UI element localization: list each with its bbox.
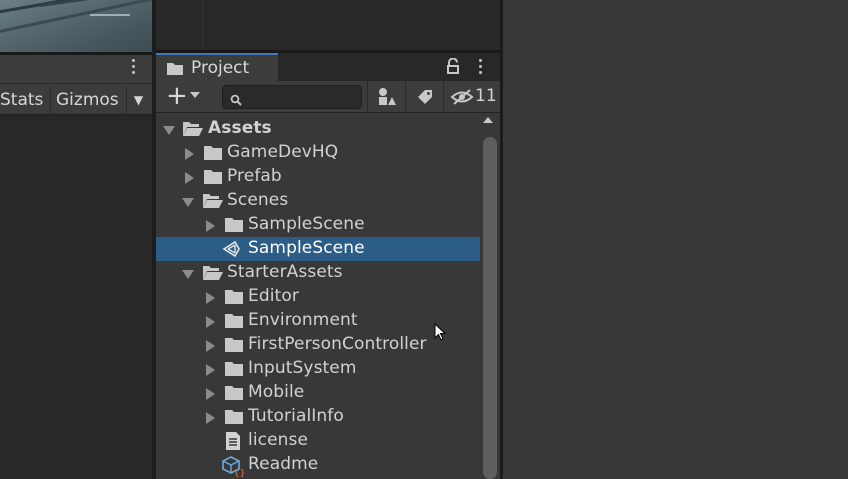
upper-panel-area bbox=[156, 0, 500, 50]
tree-label: InputSystem bbox=[248, 358, 357, 378]
tree-row-gamedevhq[interactable]: GameDevHQ bbox=[156, 141, 480, 165]
scroll-up-arrow-icon[interactable] bbox=[483, 117, 493, 123]
tree-row-tutorialinfo[interactable]: TutorialInfo bbox=[156, 405, 480, 429]
mouse-cursor-icon bbox=[434, 322, 447, 347]
open-folder-icon bbox=[202, 192, 224, 214]
tree-row-editor[interactable]: Editor bbox=[156, 285, 480, 309]
tree-row-inputsystem[interactable]: InputSystem bbox=[156, 357, 480, 381]
create-button[interactable]: + bbox=[164, 81, 204, 111]
folder-icon bbox=[224, 360, 244, 382]
eye-slash-icon bbox=[450, 89, 474, 105]
scene-lower-area bbox=[0, 116, 152, 479]
tree-row-samplescene-folder[interactable]: SampleScene bbox=[156, 213, 480, 237]
project-panel: Project + 11 Assets GameDevHQ Prefab Sce… bbox=[156, 53, 500, 479]
folder-icon bbox=[166, 61, 184, 81]
folder-icon bbox=[224, 312, 244, 334]
tree-label: Environment bbox=[248, 310, 358, 330]
folder-icon bbox=[224, 336, 244, 358]
tree-label: Scenes bbox=[227, 190, 289, 210]
tree-label: SampleScene bbox=[248, 214, 365, 234]
scene-more-icon[interactable] bbox=[126, 56, 140, 80]
tree-row-assets[interactable]: Assets bbox=[156, 117, 480, 141]
open-folder-icon bbox=[182, 120, 204, 142]
tree-row-starterassets[interactable]: StarterAssets bbox=[156, 261, 480, 285]
open-folder-icon bbox=[202, 264, 224, 286]
search-icon bbox=[230, 91, 242, 111]
tree-label: Editor bbox=[248, 286, 299, 306]
plus-icon: + bbox=[166, 81, 188, 111]
folder-icon bbox=[224, 216, 244, 238]
tree-row-environment[interactable]: Environment bbox=[156, 309, 480, 333]
tree-label: Mobile bbox=[248, 382, 305, 402]
tree-label: license bbox=[248, 430, 309, 450]
collapse-arrow-icon[interactable] bbox=[206, 220, 215, 232]
collapse-arrow-icon[interactable] bbox=[206, 340, 215, 352]
search-input[interactable] bbox=[247, 88, 357, 106]
project-tree: Assets GameDevHQ Prefab Scenes SampleSce… bbox=[156, 114, 500, 479]
stats-button[interactable]: Stats bbox=[0, 86, 47, 114]
tree-label: StarterAssets bbox=[227, 262, 343, 282]
tab-header: Project bbox=[156, 53, 500, 81]
gizmos-dropdown-icon[interactable]: ▼ bbox=[126, 86, 150, 114]
search-field[interactable] bbox=[222, 85, 362, 109]
unity-scene-icon bbox=[222, 240, 242, 263]
folder-icon bbox=[203, 144, 223, 166]
collapse-arrow-icon[interactable] bbox=[206, 364, 215, 376]
tree-row-mobile[interactable]: Mobile bbox=[156, 381, 480, 405]
vertical-scrollbar[interactable] bbox=[480, 117, 497, 479]
svg-text:{}: {} bbox=[234, 469, 244, 477]
tree-row-prefab[interactable]: Prefab bbox=[156, 165, 480, 189]
scene-geometry bbox=[90, 14, 130, 16]
tree-label: Readme bbox=[248, 454, 319, 474]
tree-label: Assets bbox=[208, 118, 272, 138]
expand-arrow-icon[interactable] bbox=[182, 270, 194, 279]
hidden-packages-button[interactable]: 11 bbox=[443, 81, 500, 113]
filter-by-type-button[interactable] bbox=[367, 81, 405, 113]
tag-icon bbox=[418, 90, 432, 104]
collapse-arrow-icon[interactable] bbox=[185, 148, 194, 160]
scrollbar-thumb[interactable] bbox=[483, 137, 497, 479]
collapse-arrow-icon[interactable] bbox=[206, 388, 215, 400]
tree-row-scenes[interactable]: Scenes bbox=[156, 189, 480, 213]
tree-row-license[interactable]: license bbox=[156, 429, 480, 453]
tab-project[interactable]: Project bbox=[156, 53, 278, 81]
scene-toolbar: Stats Gizmos ▼ bbox=[0, 83, 152, 115]
tab-label: Project bbox=[191, 58, 250, 78]
tree-row-firstpersoncontroller[interactable]: FirstPersonController bbox=[156, 333, 480, 357]
folder-icon bbox=[224, 384, 244, 406]
shapes-icon bbox=[379, 88, 396, 105]
scene-viewport[interactable] bbox=[0, 0, 152, 52]
tree-label: TutorialInfo bbox=[248, 406, 344, 426]
right-empty-panel bbox=[503, 0, 848, 479]
collapse-arrow-icon[interactable] bbox=[206, 412, 215, 424]
hidden-count: 11 bbox=[475, 86, 497, 106]
panel-more-icon[interactable] bbox=[474, 56, 486, 78]
collapse-arrow-icon[interactable] bbox=[206, 292, 215, 304]
collapse-arrow-icon[interactable] bbox=[185, 172, 194, 184]
folder-icon bbox=[224, 408, 244, 430]
folder-icon bbox=[224, 288, 244, 310]
lock-icon[interactable] bbox=[446, 57, 460, 80]
folder-icon bbox=[203, 168, 223, 190]
tree-label: FirstPersonController bbox=[248, 334, 427, 354]
tree-row-readme[interactable]: {} Readme bbox=[156, 453, 480, 479]
collapse-arrow-icon[interactable] bbox=[206, 316, 215, 328]
expand-arrow-icon[interactable] bbox=[163, 126, 175, 135]
tree-row-samplescene-file[interactable]: SampleScene bbox=[156, 237, 480, 261]
tree-label: Prefab bbox=[227, 166, 282, 186]
scriptable-object-icon: {} bbox=[222, 455, 245, 479]
tree-label: GameDevHQ bbox=[227, 142, 339, 162]
filter-by-label-button[interactable] bbox=[405, 81, 443, 113]
expand-arrow-icon[interactable] bbox=[182, 198, 194, 207]
gizmos-button[interactable]: Gizmos bbox=[50, 86, 124, 114]
tree-label: SampleScene bbox=[248, 238, 365, 258]
project-toolbar: + 11 bbox=[156, 81, 500, 113]
chevron-down-icon bbox=[190, 92, 200, 98]
